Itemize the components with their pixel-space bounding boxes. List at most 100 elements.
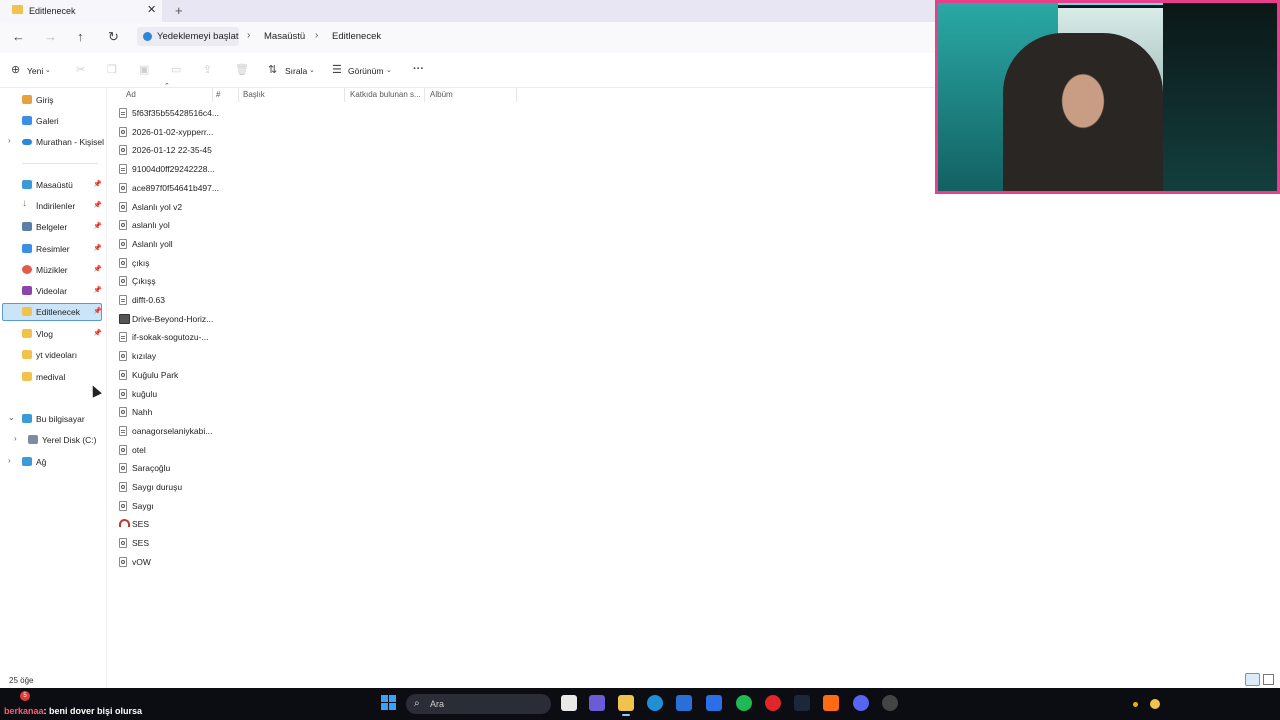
backup-button[interactable]: Yedeklemeyi başlat — [137, 27, 239, 46]
forward-arrow-icon[interactable]: → — [44, 29, 57, 44]
cut-icon[interactable]: ✂ — [76, 63, 85, 76]
tab-editlenecek[interactable]: Editlenecek ✕ — [0, 0, 162, 22]
file-row[interactable]: Drive-Beyond-Horiz... — [118, 311, 218, 328]
breadcrumb-item-masaustu[interactable]: Masaüstü — [264, 31, 305, 42]
sidebar-item-local-disk[interactable]: › Yerel Disk (C:) — [2, 431, 102, 449]
sidebar-item-network[interactable]: › Ağ — [2, 453, 102, 471]
chevron-right-icon[interactable]: › — [14, 434, 17, 443]
rename-icon[interactable]: ▭ — [171, 63, 181, 76]
chevron-right-icon[interactable]: › — [8, 136, 11, 145]
discord-icon[interactable] — [853, 695, 869, 711]
text-file-icon — [119, 332, 127, 343]
obs-icon[interactable] — [882, 695, 898, 711]
column-divider[interactable] — [516, 88, 517, 102]
column-divider[interactable] — [344, 88, 345, 102]
taskbar-search[interactable]: ⌕ Ara — [406, 694, 551, 714]
details-view-icon[interactable] — [1245, 673, 1260, 686]
file-row[interactable]: vOW — [118, 554, 218, 571]
chevron-down-icon[interactable]: ⌄ — [309, 66, 315, 74]
sidebar-item-home[interactable]: Giriş — [2, 91, 102, 109]
sidebar-item-downloads[interactable]: ↓ İndirilenler 📌 — [2, 197, 102, 215]
app-icon[interactable] — [589, 695, 605, 711]
file-row[interactable]: SES — [118, 535, 218, 552]
file-row[interactable]: SES — [118, 516, 218, 533]
file-row[interactable]: difft-0.63 — [118, 292, 218, 309]
edge-icon[interactable] — [647, 695, 663, 711]
new-tab-button[interactable]: + — [175, 3, 183, 18]
file-row[interactable]: 5f63f35b55428516c4... — [118, 105, 219, 122]
file-row[interactable]: Çıkışş — [118, 273, 218, 290]
file-row[interactable]: Kuğulu Park — [118, 367, 218, 384]
tiles-view-icon[interactable] — [1263, 674, 1274, 685]
view-button[interactable]: Görünüm — [348, 66, 383, 76]
close-tab-icon[interactable]: ✕ — [147, 3, 156, 16]
chevron-down-icon[interactable]: ⌄ — [45, 66, 51, 74]
chevron-down-icon[interactable]: ⌄ — [386, 66, 392, 74]
refresh-icon[interactable]: ↻ — [108, 29, 119, 45]
column-divider[interactable] — [238, 88, 239, 102]
sidebar-item-this-pc[interactable]: ⌄ Bu bilgisayar — [2, 410, 102, 428]
sidebar-item-medival[interactable]: medival — [2, 368, 102, 386]
sort-button[interactable]: Sırala — [285, 66, 307, 76]
windows-start-icon[interactable] — [381, 695, 397, 711]
sidebar-item-vlog[interactable]: Vlog 📌 — [2, 325, 102, 343]
file-row[interactable]: if-sokak-sogutozu-... — [118, 329, 218, 346]
file-row[interactable]: oanagorselaniykabi... — [118, 423, 218, 440]
chevron-right-icon[interactable]: › — [8, 456, 11, 465]
mail-icon[interactable] — [706, 695, 722, 711]
column-header-number[interactable]: # — [216, 90, 220, 99]
copy-icon[interactable]: ❐ — [107, 63, 117, 76]
view-icon[interactable]: ☰ — [332, 63, 342, 76]
tray-icon[interactable] — [1133, 702, 1138, 707]
sidebar-item-onedrive[interactable]: › Murathan - Kişisel — [2, 133, 104, 151]
sidebar-item-desktop[interactable]: Masaüstü 📌 — [2, 176, 102, 194]
delete-icon[interactable]: 🗑 — [235, 63, 249, 76]
column-header-name[interactable]: Ad — [126, 90, 136, 99]
spotify-icon[interactable] — [736, 695, 752, 711]
file-row[interactable]: Nahh — [118, 404, 218, 421]
column-header-contributing-artists[interactable]: Katkıda bulunan s... — [350, 90, 421, 99]
column-divider[interactable] — [212, 88, 213, 102]
share-icon[interactable]: ⇪ — [203, 63, 212, 76]
paste-icon[interactable]: ▣ — [139, 63, 149, 76]
file-row[interactable]: 2026-01-02-xypperr... — [118, 124, 218, 141]
tray-icon[interactable] — [1150, 699, 1160, 709]
more-options-icon[interactable]: ··· — [413, 63, 424, 75]
new-button[interactable]: Yeni — [27, 66, 43, 76]
column-header-title[interactable]: Başlık — [243, 90, 265, 99]
file-row[interactable]: Saraçoğlu — [118, 460, 218, 477]
file-row[interactable]: ace897f0f54641b497... — [118, 180, 219, 197]
file-row[interactable]: Aslanlı yol v2 — [118, 199, 218, 216]
file-row[interactable]: kızılay — [118, 348, 218, 365]
file-row[interactable]: aslanlı yol — [118, 217, 218, 234]
sidebar-item-gallery[interactable]: Galeri — [2, 112, 102, 130]
file-explorer-icon[interactable] — [618, 695, 634, 716]
file-row[interactable]: Saygı duruşu — [118, 479, 218, 496]
file-row[interactable]: kuğulu — [118, 386, 218, 403]
sidebar-item-documents[interactable]: Belgeler 📌 — [2, 218, 102, 236]
store-icon[interactable] — [676, 695, 692, 711]
new-plus-icon[interactable]: ⊕ — [11, 63, 20, 76]
app-icon[interactable] — [823, 695, 839, 711]
file-row[interactable]: 2026-01-12 22-35-45 — [118, 142, 218, 159]
file-row[interactable]: Saygı — [118, 498, 218, 515]
sidebar-item-editlenecek[interactable]: Editlenecek 📌 — [2, 303, 102, 321]
back-arrow-icon[interactable]: ← — [12, 29, 25, 44]
sidebar-item-music[interactable]: Müzikler 📌 — [2, 261, 102, 279]
opera-icon[interactable] — [765, 695, 781, 711]
column-divider[interactable] — [424, 88, 425, 102]
task-view-icon[interactable] — [561, 695, 577, 711]
file-row[interactable]: çıkış — [118, 255, 218, 272]
breadcrumb-item-editlenecek[interactable]: Editlenecek — [332, 31, 381, 42]
column-header-album[interactable]: Albüm — [430, 90, 453, 99]
chevron-down-icon[interactable]: ⌄ — [8, 413, 15, 422]
steam-icon[interactable] — [794, 695, 810, 711]
file-row[interactable]: 91004d0ff29242228... — [118, 161, 218, 178]
up-arrow-icon[interactable]: ↑ — [77, 29, 84, 44]
sidebar-item-pictures[interactable]: Resimler 📌 — [2, 240, 102, 258]
sidebar-item-yt-videolari[interactable]: yt videoları — [2, 346, 102, 364]
sort-icon[interactable]: ⇅ — [268, 63, 277, 76]
file-row[interactable]: Aslanlı yoll — [118, 236, 218, 253]
file-row[interactable]: otel — [118, 442, 218, 459]
sidebar-item-videos[interactable]: Videolar 📌 — [2, 282, 102, 300]
